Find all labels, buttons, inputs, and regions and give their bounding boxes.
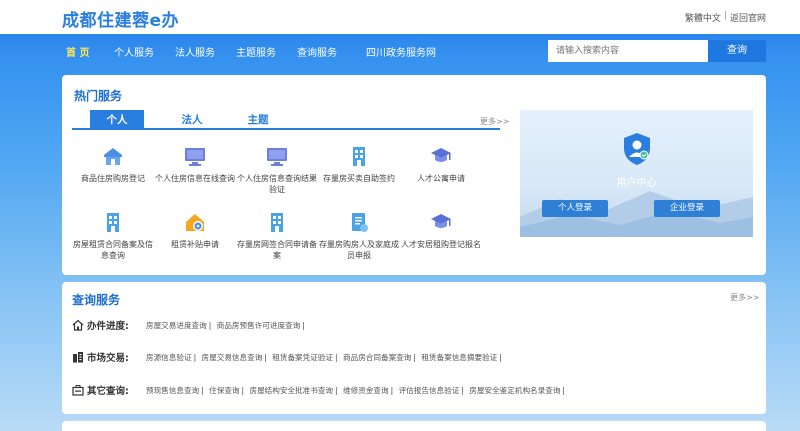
query-link[interactable]: 租赁备案凭证验证 bbox=[272, 353, 333, 362]
home-outline-icon bbox=[72, 319, 84, 331]
query-link[interactable]: 维修资金查询 bbox=[343, 386, 389, 395]
service-item[interactable]: 人才公寓申请 bbox=[400, 145, 482, 184]
query-link[interactable]: 房源信息验证 bbox=[146, 353, 192, 362]
query-row-other: 其它查询: 预现售信息查询 | 住保查询 | 房屋结构安全批准书查询 | 维修资金查询… bbox=[72, 383, 568, 397]
document-icon bbox=[348, 211, 370, 233]
tab-legal-person[interactable]: 法人 bbox=[172, 110, 212, 130]
nav-theme-services[interactable]: 主题服务 bbox=[236, 44, 276, 59]
service-label: 存量房买卖自助签约 bbox=[323, 174, 395, 183]
city-icon bbox=[73, 352, 83, 363]
return-official-site-link[interactable]: 返回官网 bbox=[730, 11, 766, 24]
service-item[interactable]: 存量房网签合同申请备案 bbox=[236, 211, 318, 261]
query-row-head: 其它查询: bbox=[72, 383, 146, 397]
top-header: 成都住建蓉e办 繁體中文 | 返回官网 bbox=[0, 0, 800, 34]
query-links: 房源信息验证 | 房屋交易信息查询 | 租赁备案凭证验证 | 商品房合同备案查询 | 租… bbox=[146, 352, 502, 362]
query-link[interactable]: 商品房预售许可进度查询 bbox=[217, 321, 301, 330]
query-services-title: 查询服务 bbox=[72, 293, 121, 307]
graduation-cap-icon bbox=[430, 211, 452, 233]
service-label: 商品住房购房登记 bbox=[81, 174, 145, 183]
service-item[interactable]: 商品住房购房登记 bbox=[72, 145, 154, 184]
nav-personal-services[interactable]: 个人服务 bbox=[114, 44, 154, 59]
personal-login-button[interactable]: 个人登录 bbox=[542, 200, 608, 217]
query-link[interactable]: 房屋交易信息查询 bbox=[202, 353, 263, 362]
nav-legal-person-services[interactable]: 法人服务 bbox=[175, 44, 215, 59]
service-item[interactable]: 租赁补贴申请 bbox=[154, 211, 236, 250]
site-title[interactable]: 成都住建蓉e办 bbox=[62, 6, 179, 31]
service-item[interactable]: 房屋租赁合同备案及信息查询 bbox=[72, 211, 154, 261]
query-link[interactable]: 租赁备案信息摘要验证 bbox=[421, 353, 497, 362]
top-links: 繁體中文 | 返回官网 bbox=[685, 11, 766, 24]
service-item[interactable]: 个人住房信息查询结果验证 bbox=[236, 145, 318, 195]
query-row-head-label: 其它查询: bbox=[87, 386, 129, 397]
query-row-head: 市场交易: bbox=[72, 350, 146, 364]
company-login-button[interactable]: 企业登录 bbox=[654, 200, 720, 217]
hot-services-tabs: 个人 法人 主题 bbox=[72, 110, 500, 130]
service-label: 个人住房信息在线查询 bbox=[155, 174, 235, 183]
service-label: 人才公寓申请 bbox=[417, 174, 465, 183]
query-link[interactable]: 房屋安全鉴定机构名录查询 bbox=[469, 386, 560, 395]
query-row-market: 市场交易: 房源信息验证 | 房屋交易信息查询 | 租赁备案凭证验证 | 商品房合同备… bbox=[72, 350, 505, 364]
query-link[interactable]: 商品房合同备案查询 bbox=[343, 353, 411, 362]
query-link[interactable]: 住保查询 bbox=[209, 386, 239, 395]
building-icon bbox=[266, 211, 288, 233]
service-label: 人才安居租购登记报名 bbox=[401, 240, 481, 249]
building-icon bbox=[348, 145, 370, 167]
service-label: 存量房购房人及家庭成员申报 bbox=[319, 240, 399, 260]
query-row-progress: 办件进度: 房屋交易进度查询 | 商品房预售许可进度查询 | bbox=[72, 318, 308, 332]
query-link[interactable]: 房屋结构安全批准书查询 bbox=[250, 386, 334, 395]
user-center-panel: 用户中心 个人登录 企业登录 bbox=[520, 110, 753, 237]
query-link[interactable]: 预现售信息查询 bbox=[146, 386, 199, 395]
graduation-cap-icon bbox=[430, 145, 452, 167]
query-services-card: 查询服务 更多>> 办件进度: 房屋交易进度查询 | 商品房预售许可进度查询 | 市… bbox=[62, 282, 766, 414]
tab-personal[interactable]: 个人 bbox=[90, 110, 144, 130]
hot-services-title: 热门服务 bbox=[74, 89, 123, 103]
user-shield-icon bbox=[624, 133, 650, 165]
service-label: 个人住房信息查询结果验证 bbox=[237, 174, 317, 194]
service-label: 存量房网签合同申请备案 bbox=[237, 240, 317, 260]
service-item[interactable]: 存量房购房人及家庭成员申报 bbox=[318, 211, 400, 261]
service-item[interactable]: 个人住房信息在线查询 bbox=[154, 145, 236, 184]
top-links-divider: | bbox=[723, 11, 727, 21]
service-item[interactable]: 人才安居租购登记报名 bbox=[400, 211, 482, 250]
monitor-icon bbox=[266, 145, 288, 167]
tab-theme[interactable]: 主题 bbox=[238, 110, 278, 130]
query-links: 房屋交易进度查询 | 商品房预售许可进度查询 | bbox=[146, 320, 305, 330]
query-row-head-label: 市场交易: bbox=[87, 353, 129, 364]
query-links: 预现售信息查询 | 住保查询 | 房屋结构安全批准书查询 | 维修资金查询 | 评估报告… bbox=[146, 385, 565, 395]
query-link[interactable]: 评估报告信息验证 bbox=[399, 386, 460, 395]
house-gear-icon bbox=[184, 211, 206, 233]
nav-query-services[interactable]: 查询服务 bbox=[297, 44, 337, 59]
query-row-head-label: 办件进度: bbox=[87, 321, 129, 332]
user-center-label: 用户中心 bbox=[616, 178, 657, 189]
case-icon bbox=[72, 385, 84, 396]
query-row-head: 办件进度: bbox=[72, 318, 146, 332]
service-label: 租赁补贴申请 bbox=[171, 240, 219, 249]
next-section-card bbox=[62, 421, 766, 431]
service-label: 房屋租赁合同备案及信息查询 bbox=[73, 240, 153, 260]
house-icon bbox=[102, 145, 124, 167]
search-input[interactable] bbox=[548, 40, 708, 62]
traditional-chinese-link[interactable]: 繁體中文 bbox=[685, 11, 721, 24]
nav-home[interactable]: 首 页 bbox=[66, 44, 89, 59]
query-link[interactable]: 房屋交易进度查询 bbox=[146, 321, 207, 330]
monitor-icon bbox=[184, 145, 206, 167]
search-button[interactable]: 查询 bbox=[708, 40, 766, 62]
hot-services-card: 热门服务 个人 法人 主题 更多>> 商品住房购房登记 个人住房信息在线查询 个… bbox=[62, 75, 766, 275]
nav-sichuan-gov-services[interactable]: 四川政务服务网 bbox=[366, 44, 436, 59]
service-item[interactable]: 存量房买卖自助签约 bbox=[318, 145, 400, 184]
query-services-more-link[interactable]: 更多>> bbox=[730, 292, 759, 303]
building-icon bbox=[102, 211, 124, 233]
hot-services-more-link[interactable]: 更多>> bbox=[480, 116, 509, 127]
